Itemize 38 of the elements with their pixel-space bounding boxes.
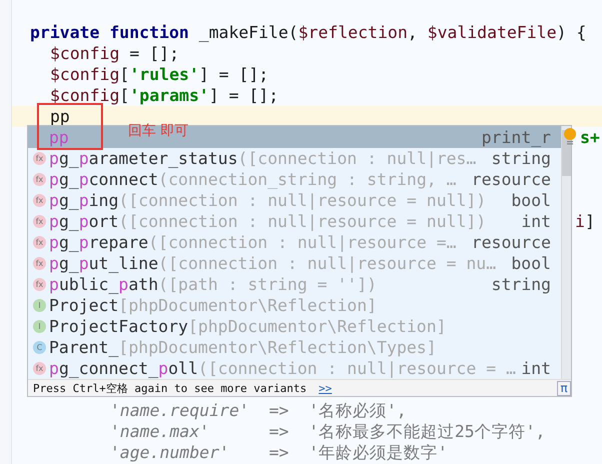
function-icon: fx (33, 257, 46, 270)
code-line: $config['params'] = []; (50, 86, 279, 105)
completion-item[interactable]: fx pg_connect_poll([connection : null|resource = … int (28, 358, 561, 379)
completion-item[interactable]: fx public_path([path : string = '']) string (28, 274, 561, 295)
interface-icon: I (33, 320, 46, 333)
code-line: pp (50, 107, 70, 126)
code-line: 'name.require' => '名称必须', (110, 401, 406, 420)
completion-item[interactable]: fx pg_put_line([connection : null|resource = nu… bool (28, 253, 561, 274)
code-fragment: s+ (580, 128, 600, 147)
completion-item[interactable]: fx pg_port([connection : null|resource = null]) int (28, 211, 561, 232)
completion-item[interactable]: fx pg_p repare([connection : null|resource =… resource (28, 232, 561, 253)
completion-item[interactable]: I ProjectFactory[phpDocumentor\Reflection] (28, 316, 561, 337)
code-line: $config['rules'] = []; (50, 65, 269, 84)
completion-item[interactable]: fx pg_parameter_status([connection : null|res… string (28, 148, 561, 169)
code-line: 'age.number' => '年龄必须是数字' (110, 443, 448, 462)
completion-item[interactable]: fx pg_ping([connection : null|resource = null]) bool (28, 190, 561, 211)
code-line: $config = []; (50, 44, 180, 63)
function-icon: fx (33, 194, 46, 207)
completion-item[interactable]: C Parent_[phpDocumentor\Reflection\Types] (28, 337, 561, 358)
code-line: private function _makeFile($reflection, $validateFile) { (30, 23, 586, 42)
more-link[interactable]: >> (318, 382, 332, 394)
hint-text: Press Ctrl+空格 again to see more variants (33, 380, 307, 396)
completion-item[interactable]: fx pg_pconnect(connection_string : string, … resource (28, 169, 561, 190)
scrollbar[interactable] (561, 126, 571, 379)
function-icon: fx (33, 173, 46, 186)
highlight-box (37, 103, 103, 150)
bulb-icon[interactable] (563, 127, 577, 145)
pi-button[interactable]: π (557, 380, 571, 396)
function-icon: fx (33, 236, 46, 249)
function-icon: fx (33, 215, 46, 228)
function-icon: fx (33, 362, 46, 375)
interface-icon: I (33, 299, 46, 312)
completion-item[interactable]: I Project[phpDocumentor\Reflection] (28, 295, 561, 316)
function-icon: fx (33, 278, 46, 291)
function-icon: fx (33, 152, 46, 165)
code-line: 'name.max' => '名称最多不能超过25个字符', (110, 422, 546, 441)
code-fragment: i] (575, 212, 595, 231)
class-icon: C (33, 341, 46, 354)
